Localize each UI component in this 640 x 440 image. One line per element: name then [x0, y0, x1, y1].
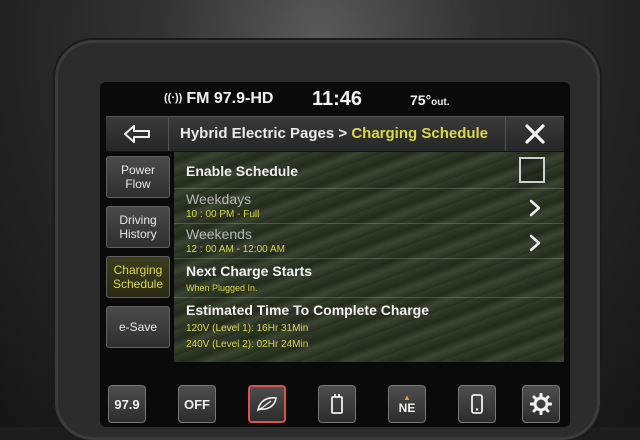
nav-label: Schedule [112, 277, 164, 291]
weekends-row[interactable]: Weekends 12 : 00 AM - 12:00 AM [174, 224, 564, 259]
next-charge-label: Next Charge Starts [186, 263, 313, 279]
nav-label: Driving [119, 213, 157, 227]
enable-schedule-checkbox[interactable] [519, 157, 545, 183]
nav-label: e-Save [118, 320, 158, 334]
nav-label: Flow [125, 177, 151, 191]
antenna-icon: ((·)) [164, 92, 183, 104]
enable-schedule-row[interactable]: Enable Schedule [174, 152, 564, 189]
gear-icon [530, 393, 552, 415]
estimate-level2: 240V (Level 2): 02Hr 24Min [186, 339, 309, 350]
estimate-label: Estimated Time To Complete Charge [186, 302, 429, 318]
status-radio[interactable]: ((·)) FM 97.9-HD [164, 90, 273, 108]
weekends-value: 12 : 00 AM - 12:00 AM [186, 244, 285, 255]
outside-temperature: 75°out. [410, 92, 450, 108]
weekdays-value: 10 : 00 PM - Full [186, 209, 260, 220]
close-icon [525, 124, 545, 144]
nav-label: Power [120, 163, 155, 177]
leaf-icon [256, 397, 277, 412]
apps-button[interactable] [318, 385, 356, 423]
radio-station: FM 97.9-HD [186, 90, 274, 107]
breadcrumb-current: Charging Schedule [351, 125, 489, 142]
chevron-right-icon [529, 234, 541, 252]
nav-power-flow[interactable]: Power Flow [106, 156, 170, 198]
next-charge-row: Next Charge Starts When Plugged In. [174, 259, 564, 298]
charging-schedule-panel: Enable Schedule Weekdays 10 : 00 PM - Fu… [174, 152, 564, 362]
settings-button[interactable] [522, 385, 560, 423]
phone-plug-icon [331, 394, 343, 414]
phone-button[interactable] [458, 385, 496, 423]
climate-button[interactable]: OFF [178, 385, 216, 423]
temp-unit: out. [431, 97, 450, 108]
hybrid-electric-button[interactable] [248, 385, 286, 423]
weekends-label: Weekends [186, 226, 252, 242]
breadcrumb: Hybrid Electric Pages > Charging Schedul… [180, 125, 488, 142]
side-navigation: Power Flow Driving History Charging Schedul… [106, 156, 170, 356]
page-header: Hybrid Electric Pages > Charging Schedul… [106, 116, 564, 152]
navigation-button[interactable]: ▲ NE [388, 385, 426, 423]
nav-e-save[interactable]: e-Save [106, 306, 170, 348]
weekdays-row[interactable]: Weekdays 10 : 00 PM - Full [174, 189, 564, 224]
back-arrow-icon [124, 125, 150, 143]
temp-value: 75° [410, 92, 432, 108]
estimate-row: Estimated Time To Complete Charge 120V (… [174, 298, 564, 358]
back-button[interactable] [106, 117, 169, 151]
display-screen: ((·)) FM 97.9-HD 11:46 75°out. Hybrid Ele… [100, 82, 570, 427]
status-bar: ((·)) FM 97.9-HD 11:46 75°out. [100, 82, 570, 116]
breadcrumb-parent: Hybrid Electric Pages > [180, 125, 348, 142]
next-charge-value: When Plugged In. [186, 283, 258, 293]
phone-icon [471, 394, 483, 414]
nav-charging-schedule[interactable]: Charging Schedule [106, 256, 170, 298]
nav-label: Charging [113, 263, 163, 277]
nav-driving-history[interactable]: Driving History [106, 206, 170, 248]
close-button[interactable] [505, 117, 564, 151]
enable-schedule-label: Enable Schedule [186, 163, 299, 179]
bottom-dock: 97.9 OFF ▲ NE [100, 382, 570, 427]
media-button[interactable]: 97.9 [108, 385, 146, 423]
estimate-level1: 120V (Level 1): 16Hr 31Min [186, 323, 309, 334]
weekdays-label: Weekdays [186, 191, 252, 207]
chevron-right-icon [529, 199, 541, 217]
clock: 11:46 [312, 88, 363, 110]
nav-label: History [119, 227, 157, 241]
compass-heading: NE [398, 400, 416, 415]
